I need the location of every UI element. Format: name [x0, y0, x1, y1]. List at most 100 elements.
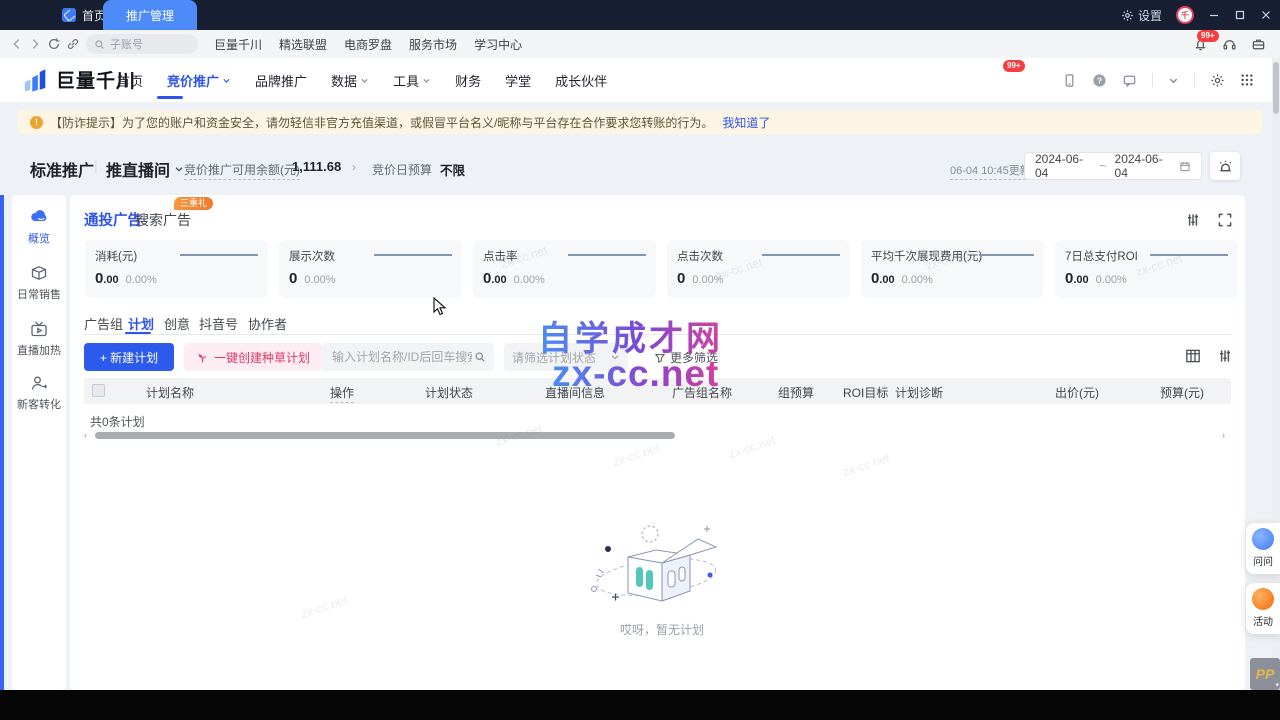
date-range-picker[interactable]: 2024-06-04 ~ 2024-06-04 [1024, 152, 1202, 180]
stat-card-impressions[interactable]: 展示次数 00.00% [279, 240, 462, 298]
customer-service-icon[interactable] [1222, 37, 1237, 52]
stat-card-cpm[interactable]: 平均千次展现费用(元) 0.000.00% [861, 240, 1044, 298]
hscroll-left-arrow[interactable]: ‹ [84, 430, 87, 440]
stat-card-cost[interactable]: 消耗(元) 0.000.00% [85, 240, 268, 298]
seed-plan-button[interactable]: 一键创建种草计划 [184, 343, 322, 371]
titlebar-settings-button[interactable]: 设置 [1121, 7, 1162, 24]
sidebar-item-new-customer[interactable]: 新客转化 [12, 373, 66, 412]
page-scrollbar-thumb[interactable] [1273, 62, 1279, 114]
nav-settings-icon[interactable] [1210, 73, 1225, 88]
col-bid[interactable]: 出价(元) [1055, 384, 1099, 401]
subtab-collaborators[interactable]: 协作者 [248, 314, 287, 333]
subtab-douyin[interactable]: 抖音号 [199, 314, 238, 333]
account-avatar[interactable]: 千 [1176, 6, 1194, 24]
column-settings-icon[interactable] [1184, 347, 1202, 365]
account-dropdown-icon[interactable] [1168, 75, 1179, 86]
subtab-ad-groups[interactable]: 广告组 [84, 314, 123, 333]
warning-text: 【防诈提示】为了您的账户和资金安全，请勿轻信非官方充值渠道，或假冒平台名义/昵称… [50, 114, 713, 131]
package-icon [29, 263, 49, 283]
link-icon[interactable] [66, 37, 80, 51]
minimize-icon[interactable] [1208, 9, 1220, 21]
workbench-icon[interactable] [1251, 37, 1266, 52]
assistant-mascot-icon [1252, 528, 1274, 550]
gear-icon [1121, 9, 1134, 22]
refresh-icon[interactable] [47, 37, 61, 51]
horizontal-scrollbar[interactable] [95, 432, 675, 439]
toolbar-link-luopan[interactable]: 电商罗盘 [344, 36, 392, 53]
hscroll-right-arrow[interactable]: › [1222, 430, 1225, 440]
sparkline [180, 254, 258, 256]
new-plan-button[interactable]: + 新建计划 [84, 343, 174, 371]
nav-item-bidding[interactable]: 竞价推广 [167, 71, 231, 90]
toolbar-link-market[interactable]: 服务市场 [409, 36, 457, 53]
settings-label: 设置 [1138, 7, 1162, 24]
nav-item-partner[interactable]: 成长伙伴 [555, 71, 607, 90]
float-activity[interactable]: 活动 [1246, 583, 1280, 634]
table-filter-icon[interactable] [1216, 347, 1234, 365]
nav-item-tools[interactable]: 工具 [393, 71, 431, 90]
back-icon[interactable] [10, 37, 24, 51]
nav-item-school[interactable]: 学堂 [505, 71, 531, 90]
activity-icon [1252, 588, 1274, 610]
empty-state-text: 哎呀，暂无计划 [582, 621, 742, 638]
help-icon[interactable]: ? [1092, 73, 1107, 88]
message-badge: 99+ [1003, 60, 1025, 72]
data-updated-time: 06-04 10:45更新 [950, 162, 1031, 180]
sidebar-item-daily-sales[interactable]: 日常销售 [12, 263, 66, 302]
browser-tab-promotion-active[interactable]: 推广管理 [103, 0, 197, 30]
fullscreen-icon[interactable] [1216, 211, 1234, 229]
mobile-app-icon[interactable] [1062, 73, 1077, 88]
calendar-icon [1179, 160, 1191, 173]
col-actions[interactable]: 操作 [330, 384, 354, 403]
plan-search-input[interactable] [330, 349, 474, 365]
sidebar-item-overview[interactable]: 概览 [12, 207, 66, 246]
nav-item-home[interactable]: 首页 [117, 71, 143, 90]
alarm-icon [1218, 159, 1233, 174]
alert-subscription-button[interactable] [1210, 152, 1240, 180]
col-roi-target[interactable]: ROI目标 [843, 384, 888, 401]
empty-state: 哎呀，暂无计划 [582, 517, 742, 638]
message-icon[interactable] [1122, 73, 1137, 88]
col-group-budget[interactable]: 组预算 [778, 384, 814, 401]
bell-badge: 99+ [1197, 30, 1219, 42]
apps-grid-icon[interactable] [1240, 73, 1254, 87]
browser-search-placeholder: 子账号 [110, 36, 143, 52]
sprout-icon [196, 351, 209, 364]
toolbar-link-learn[interactable]: 学习中心 [474, 36, 522, 53]
balance-more-chevron[interactable]: › [352, 160, 356, 174]
close-icon[interactable] [1260, 9, 1272, 21]
plan-search-box[interactable] [322, 343, 494, 371]
active-nav-underline [157, 96, 183, 99]
toolbar-link-jingxuan[interactable]: 精选联盟 [279, 36, 327, 53]
col-plan-status[interactable]: 计划状态 [425, 384, 473, 401]
col-plan-diagnosis[interactable]: 计划诊断 [895, 384, 943, 401]
nav-item-brand[interactable]: 品牌推广 [255, 71, 307, 90]
banner-acknowledge-link[interactable]: 我知道了 [722, 114, 770, 131]
sparkline [568, 254, 646, 256]
search-icon[interactable] [474, 351, 486, 363]
nav-item-data[interactable]: 数据 [331, 71, 369, 90]
toolbar-link-qianchuan[interactable]: 巨量千川 [214, 36, 262, 53]
promotion-mode-selector[interactable]: 推直播间 [106, 157, 184, 181]
page-title: 标准推广 [30, 157, 94, 181]
maximize-icon[interactable] [1234, 9, 1246, 21]
col-budget[interactable]: 预算(元) [1160, 384, 1204, 401]
subtab-plans[interactable]: 计划 [128, 314, 154, 333]
tab-general-ads[interactable]: 通投广告 [84, 209, 142, 230]
sidebar-item-live-heating[interactable]: 直播加热 [12, 319, 66, 358]
fraud-warning-banner: ! 【防诈提示】为了您的账户和资金安全，请勿轻信非官方充值渠道，或假冒平台名义/… [18, 110, 1262, 134]
forward-icon[interactable] [28, 37, 42, 51]
select-all-checkbox[interactable] [92, 384, 105, 397]
stat-card-ctr[interactable]: 点击率 0.000.00% [473, 240, 656, 298]
metrics-settings-icon[interactable] [1184, 211, 1202, 229]
float-ask-assistant[interactable]: 问问 [1246, 523, 1280, 574]
window-titlebar: 首页 推广管理 设置 千 [0, 0, 1280, 30]
pp-overlay-logo[interactable]: PP ▾ [1250, 658, 1280, 690]
col-plan-name[interactable]: 计划名称 [146, 384, 194, 401]
tab-search-ads[interactable]: 搜索广告 [135, 210, 191, 230]
warning-icon: ! [30, 116, 43, 129]
browser-search-box[interactable]: 子账号 [86, 34, 198, 54]
subtab-creatives[interactable]: 创意 [164, 314, 190, 333]
nav-item-finance[interactable]: 财务 [455, 71, 481, 90]
browser-tab-home[interactable]: 首页 [62, 0, 106, 30]
